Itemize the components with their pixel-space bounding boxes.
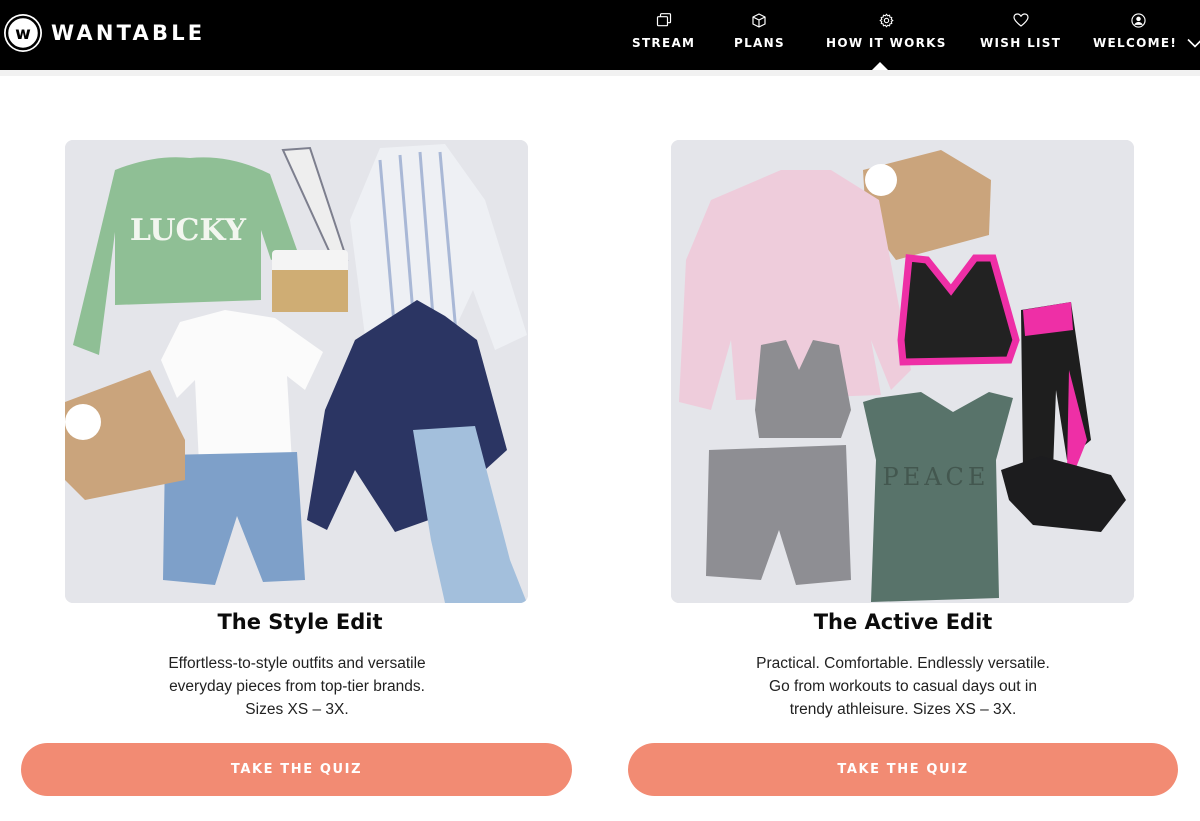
sweater-graphic-text: LUCKY: [130, 213, 247, 248]
logo-letter: w: [15, 24, 31, 44]
style-edit-take-quiz-button[interactable]: TAKE THE QUIZ: [21, 743, 572, 796]
stream-icon: [656, 13, 672, 27]
brand-name: WANTABLE: [51, 21, 206, 45]
active-edit-title: The Active Edit: [813, 610, 993, 634]
nav-label-welcome: WELCOME!: [1093, 36, 1178, 50]
active-edit-description: Practical. Comfortable. Endlessly versat…: [603, 652, 1200, 721]
top-navigation-bar: w WANTABLE STREAM PLANS HOW IT WORKS WIS…: [0, 0, 1200, 71]
active-edit-image: PEACE: [671, 140, 1134, 603]
nav-item-plans[interactable]: PLANS: [734, 0, 785, 70]
nav-item-wish-list[interactable]: WISH LIST: [980, 0, 1061, 70]
description-line: Sizes XS – 3X.: [245, 701, 349, 718]
header-divider: [0, 70, 1200, 76]
description-line: Practical. Comfortable. Endlessly versat…: [756, 655, 1050, 672]
nav-label-stream: STREAM: [632, 36, 696, 50]
chevron-down-icon[interactable]: [1187, 38, 1200, 48]
nav-item-stream[interactable]: STREAM: [632, 0, 695, 70]
tank-graphic-text: PEACE: [883, 463, 990, 491]
wantable-logo[interactable]: w WANTABLE: [4, 14, 205, 52]
nav-label-plans: PLANS: [734, 36, 785, 50]
style-edit-description: Effortless-to-style outfits and versatil…: [0, 652, 597, 721]
description-line: Effortless-to-style outfits and versatil…: [168, 655, 426, 672]
style-edit-image: LUCKY: [65, 140, 528, 603]
heart-icon: [1013, 13, 1029, 27]
gear-icon: [879, 13, 894, 27]
style-edit-title: The Style Edit: [217, 610, 383, 634]
user-icon: [1130, 12, 1146, 28]
active-edit-take-quiz-button[interactable]: TAKE THE QUIZ: [628, 743, 1178, 796]
nav-item-how-it-works[interactable]: HOW IT WORKS: [826, 0, 947, 70]
box-icon: [751, 12, 767, 28]
description-line: trendy athleisure. Sizes XS – 3X.: [789, 701, 1017, 718]
nav-label-wish-list: WISH LIST: [980, 36, 1062, 50]
welcome-row: WELCOME!: [1093, 36, 1200, 50]
description-line: everyday pieces from top-tier brands.: [169, 678, 425, 695]
nav-label-how-it-works: HOW IT WORKS: [826, 36, 947, 50]
description-line: Go from workouts to casual days out in: [769, 678, 1037, 695]
logo-mark-icon: w: [4, 14, 42, 52]
nav-item-welcome-menu[interactable]: WELCOME!: [1093, 0, 1200, 70]
